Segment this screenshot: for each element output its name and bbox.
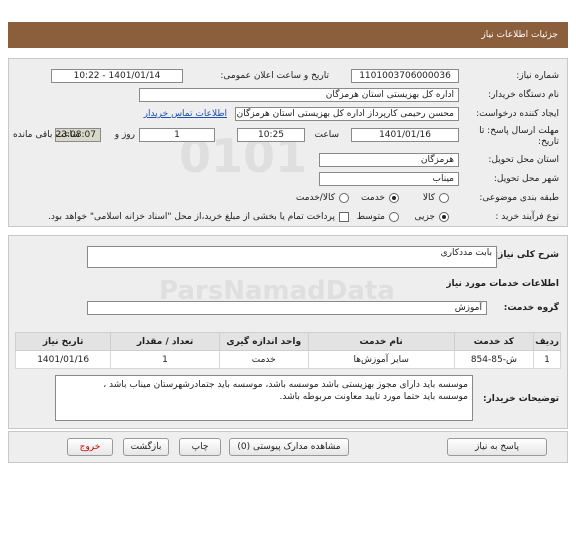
process-label: نوع فرآیند خرید :: [495, 212, 559, 222]
summary-label: شرح کلی نیاز:: [494, 250, 559, 260]
services-heading: اطلاعات خدمات مورد نیاز: [446, 279, 559, 289]
cell-service-name: سایر آموزش‌ها: [307, 350, 455, 369]
creator-label: ایجاد کننده درخواست:: [476, 109, 559, 119]
process-radio-minor[interactable]: [439, 212, 449, 222]
group-label: گروه خدمت:: [503, 303, 559, 313]
category-radio-goods-service[interactable]: [339, 193, 349, 203]
process-option-minor: جزیی: [414, 212, 435, 222]
actions-panel: پاسخ به نیاز مشاهده مدارک پیوستی (0) چاپ…: [8, 431, 568, 463]
col-need-date: تاریخ نیاز: [14, 332, 112, 351]
province-field: هرمزگان: [319, 153, 459, 167]
process-option-medium: متوسط: [356, 212, 385, 222]
cell-unit: خدمت: [218, 350, 309, 369]
remaining-days-field: 1: [139, 128, 215, 142]
col-unit: واحد اندازه گیری: [218, 332, 309, 351]
announce-field: 1401/01/14 - 10:22: [51, 69, 183, 83]
category-option-goods: کالا: [422, 193, 435, 203]
view-attachments-button[interactable]: مشاهده مدارک پیوستی (0): [229, 438, 349, 456]
remaining-label: ساعت باقی مانده: [13, 130, 80, 140]
group-field: آموزش: [87, 301, 487, 315]
print-button-visible[interactable]: چاپ: [179, 438, 221, 456]
announce-label: تاریخ و ساعت اعلان عمومی:: [220, 71, 329, 81]
col-service-name: نام خدمت: [307, 332, 455, 351]
table-header-row: ردیف کد خدمت نام خدمت واحد اندازه گیری ت…: [14, 332, 561, 351]
col-quantity: تعداد / مقدار: [110, 332, 220, 351]
need-info-panel: 0101 شماره نیاز: 1101003706000036 تاریخ …: [8, 58, 568, 227]
reply-button[interactable]: پاسخ به نیاز: [447, 438, 547, 456]
buyer-notes-line-2: موسسه باید حتما مورد تایید معاونت مربوطه…: [279, 392, 468, 402]
buyer-notes-line-1: موسسه باید دارای مجوز بهزیستی باشد موسسه…: [103, 380, 468, 390]
services-table: ردیف کد خدمت نام خدمت واحد اندازه گیری ت…: [14, 332, 561, 369]
days-label: روز و: [114, 130, 135, 140]
cell-row-number: 1: [533, 350, 561, 369]
need-number-field: 1101003706000036: [351, 69, 459, 83]
deadline-time-field: 10:25: [237, 128, 305, 142]
page-title: جزئیات اطلاعات نیاز: [481, 30, 558, 40]
cell-quantity: 1: [110, 350, 220, 369]
exit-button[interactable]: خروج: [67, 438, 113, 456]
treasury-checkbox[interactable]: [339, 212, 349, 222]
payment-note: پرداخت تمام یا بخشی از مبلغ خرید،از محل …: [47, 212, 335, 222]
buyer-notes-field: موسسه باید دارای مجوز بهزیستی باشد موسسه…: [55, 375, 473, 421]
deadline-date-field: 1401/01/16: [351, 128, 459, 142]
buyer-notes-label: توضیحات خریدار:: [483, 394, 559, 404]
category-option-service: خدمت: [361, 193, 385, 203]
city-field: میناب: [319, 172, 459, 186]
col-service-code: کد خدمت: [453, 332, 535, 351]
category-radio-goods[interactable]: [439, 193, 449, 203]
deadline-time-label: ساعت: [314, 130, 340, 140]
need-number-label: شماره نیاز:: [516, 71, 559, 81]
table-row: 1 ش-85-854 سایر آموزش‌ها خدمت 1 1401/01/…: [14, 350, 561, 369]
need-details-panel: ParsNamadData شرح کلی نیاز: بابت مددکاری…: [8, 235, 568, 429]
page-title-bar: جزئیات اطلاعات نیاز: [8, 22, 568, 48]
process-radio-medium[interactable]: [389, 212, 399, 222]
buyer-contact-link[interactable]: اطلاعات تماس خریدار: [144, 109, 227, 119]
cell-need-date: 1401/01/16: [14, 350, 112, 369]
province-label: استان محل تحویل:: [488, 155, 559, 165]
summary-field: بابت مددکاری: [87, 246, 497, 268]
category-option-goods-service: کالا/خدمت: [295, 193, 335, 203]
col-row-number: ردیف: [533, 332, 561, 351]
buyer-field: اداره کل بهزیستی استان هرمزگان: [139, 88, 459, 102]
category-label: طبقه بندی موضوعی:: [479, 193, 559, 203]
city-label: شهر محل تحویل:: [493, 174, 559, 184]
back-button[interactable]: بازگشت: [123, 438, 169, 456]
deadline-label-date: تاریخ:: [538, 137, 559, 147]
deadline-label: مهلت ارسال پاسخ: تا: [479, 126, 559, 136]
cell-service-code: ش-85-854: [453, 350, 535, 369]
creator-field: محسن رحیمی کارپرداز اداره کل بهزیستی است…: [235, 107, 459, 121]
buyer-label: نام دستگاه خریدار:: [488, 90, 559, 100]
category-radio-service[interactable]: [389, 193, 399, 203]
